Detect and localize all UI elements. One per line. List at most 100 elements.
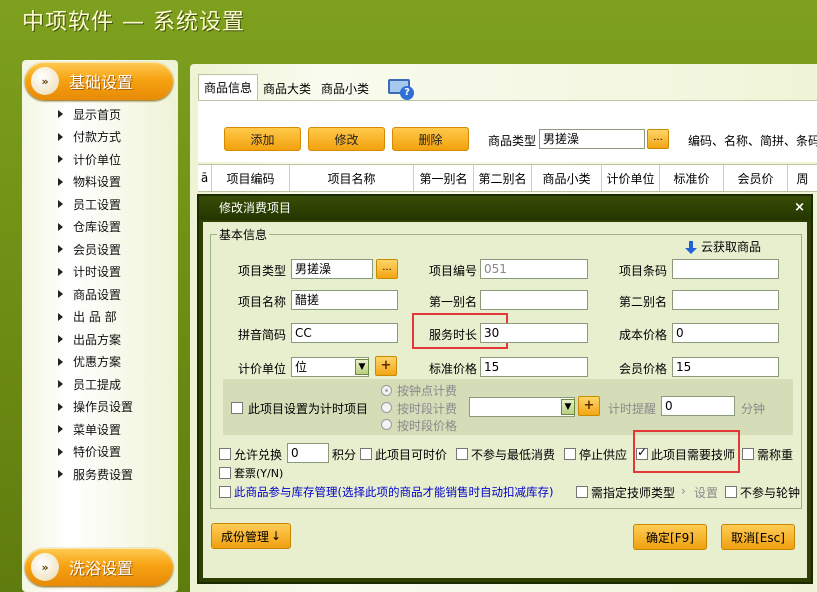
cloud-fetch-button[interactable]: 云获取商品 [685,238,761,255]
column-header[interactable]: 第二别名 [474,165,532,191]
package-checkbox[interactable] [219,467,231,479]
sidebar-item[interactable]: 仓库设置 [22,216,178,239]
need-weigh-checkbox[interactable] [742,448,754,460]
time-price-label: 此项目可时价 [375,448,448,462]
column-header[interactable]: 标准价 [660,165,724,191]
sidebar-item[interactable]: 计时设置 [22,261,178,284]
sidebar-item[interactable]: 商品设置 [22,283,178,306]
sidebar-item[interactable]: 服务费设置 [22,463,178,486]
delete-button[interactable]: 删除 [392,127,469,151]
by-period-radio[interactable] [381,402,392,413]
need-tech-label: 此项目需要技师 [651,448,736,462]
std-price-input[interactable]: 15 [480,357,588,377]
triangle-right-icon [58,380,63,389]
period-select[interactable] [469,397,575,417]
column-header[interactable]: 商品小类 [532,165,602,191]
sidebar-item[interactable]: 菜单设置 [22,418,178,441]
arrow-down-icon: ↓ [270,529,282,543]
cost-price-input[interactable]: 0 [672,323,779,343]
chevron-down-icon[interactable]: ▼ [561,399,575,415]
sidebar-item[interactable]: 操作员设置 [22,396,178,419]
stop-supply-checkbox[interactable] [564,448,576,460]
item-type-input[interactable]: 男搓澡 [291,259,373,279]
by-period-price-label: 按时段价格 [397,419,458,433]
sidebar-item[interactable]: 出品方案 [22,328,178,351]
sidebar-menu: 显示首页 付款方式 计价单位 物料设置 员工设置 仓库设置 会员设置 计时设置 … [22,103,178,486]
pinyin-input[interactable]: CC [291,323,398,343]
inventory-label: 此商品参与库存管理(选择此项的商品才能销售时自动扣减库存) [234,485,554,499]
sidebar-item[interactable]: 显示首页 [22,103,178,126]
tab-goods-category[interactable]: 商品大类 [258,76,316,100]
sidebar-item[interactable]: 付款方式 [22,126,178,149]
tech-type-label: 需指定技师类型 [591,486,676,500]
sidebar-header-basic[interactable]: » 基础设置 [25,62,173,100]
no-rotation-checkbox[interactable] [725,486,737,498]
tab-goods-info[interactable]: 商品信息 [198,74,259,100]
sidebar-item[interactable]: 出 品 部 [22,306,178,329]
item-barcode-input[interactable] [672,259,779,279]
service-time-input[interactable]: 30 [480,323,588,343]
cancel-button[interactable]: 取消[Esc] [721,524,795,550]
item-type-picker-button[interactable]: ... [376,259,398,279]
add-unit-button[interactable]: + [375,356,397,376]
edit-button[interactable]: 修改 [308,127,385,151]
by-period-price-radio[interactable] [381,419,392,430]
sidebar-item[interactable]: 优惠方案 [22,351,178,374]
search-hint: 编码、名称、简拼、条码 [688,134,817,148]
time-price-checkbox[interactable] [360,448,372,460]
no-min-checkbox[interactable] [456,448,468,460]
sidebar-item[interactable]: 计价单位 [22,148,178,171]
help-icon[interactable]: ? [388,78,415,100]
sidebar-item[interactable]: 员工设置 [22,193,178,216]
sidebar-item[interactable]: 物料设置 [22,171,178,194]
exchange-checkbox[interactable] [219,448,231,460]
set-timer-checkbox[interactable] [231,402,243,414]
column-header[interactable]: 项目编码 [212,165,290,191]
item-code-input[interactable]: 051 [480,259,588,279]
alias2-input[interactable] [672,290,779,310]
toolbar: 添加 修改 删除 商品类型 男搓澡 ... 编码、名称、简拼、条码 [198,100,817,162]
exchange-points-input[interactable]: 0 [287,443,329,463]
sidebar-item[interactable]: 特价设置 [22,441,178,464]
remind-label: 计时提醒 [608,402,657,416]
tech-type-setting-link[interactable]: 设置 [694,484,718,501]
goods-type-input[interactable]: 男搓澡 [539,129,645,149]
close-icon[interactable]: × [794,200,805,215]
add-period-button[interactable]: + [578,396,600,416]
unit-label: 计价单位 [238,362,287,376]
triangle-right-icon [58,132,63,141]
by-clock-radio[interactable] [381,385,392,396]
confirm-button[interactable]: 确定[F9] [633,524,707,550]
column-header[interactable]: 项目名称 [290,165,414,191]
need-tech-checkbox[interactable] [636,445,648,460]
tab-goods-subcategory[interactable]: 商品小类 [316,76,374,100]
dialog-body: 基本信息 云获取商品 项目类型 男搓澡 ... 项目编号 051 项目条码 项目… [203,222,807,578]
ingredients-button[interactable]: 成份管理 ↓ [211,523,291,549]
std-price-label: 标准价格 [429,362,478,376]
no-min-label: 不参与最低消费 [471,448,556,462]
sidebar-header-bath[interactable]: » 洗浴设置 [25,548,173,586]
by-clock-label: 按钟点计费 [397,384,458,398]
pinyin-label: 拼音简码 [238,328,287,342]
inventory-checkbox[interactable] [219,486,231,498]
dialog-title: 修改消费项目 [199,196,811,220]
sidebar-item[interactable]: 员工提成 [22,373,178,396]
alias1-label: 第一别名 [429,295,478,309]
goods-type-picker-button[interactable]: ... [647,129,669,149]
sidebar-item[interactable]: 会员设置 [22,238,178,261]
column-header[interactable]: ā [198,165,212,191]
remind-input[interactable]: 0 [661,396,735,416]
item-name-input[interactable]: 醋搓 [291,290,398,310]
column-header[interactable]: 第一别名 [414,165,474,191]
member-price-input[interactable]: 15 [672,357,779,377]
triangle-right-icon [58,267,63,276]
tech-type-checkbox[interactable] [576,486,588,498]
column-header[interactable]: 周 [788,165,817,191]
chevron-down-icon[interactable]: ▼ [355,359,369,375]
column-header[interactable]: 会员价 [724,165,788,191]
triangle-right-icon [58,447,63,456]
column-header[interactable]: 计价单位 [602,165,660,191]
add-button[interactable]: 添加 [224,127,301,151]
triangle-right-icon [58,290,63,299]
alias1-input[interactable] [480,290,588,310]
